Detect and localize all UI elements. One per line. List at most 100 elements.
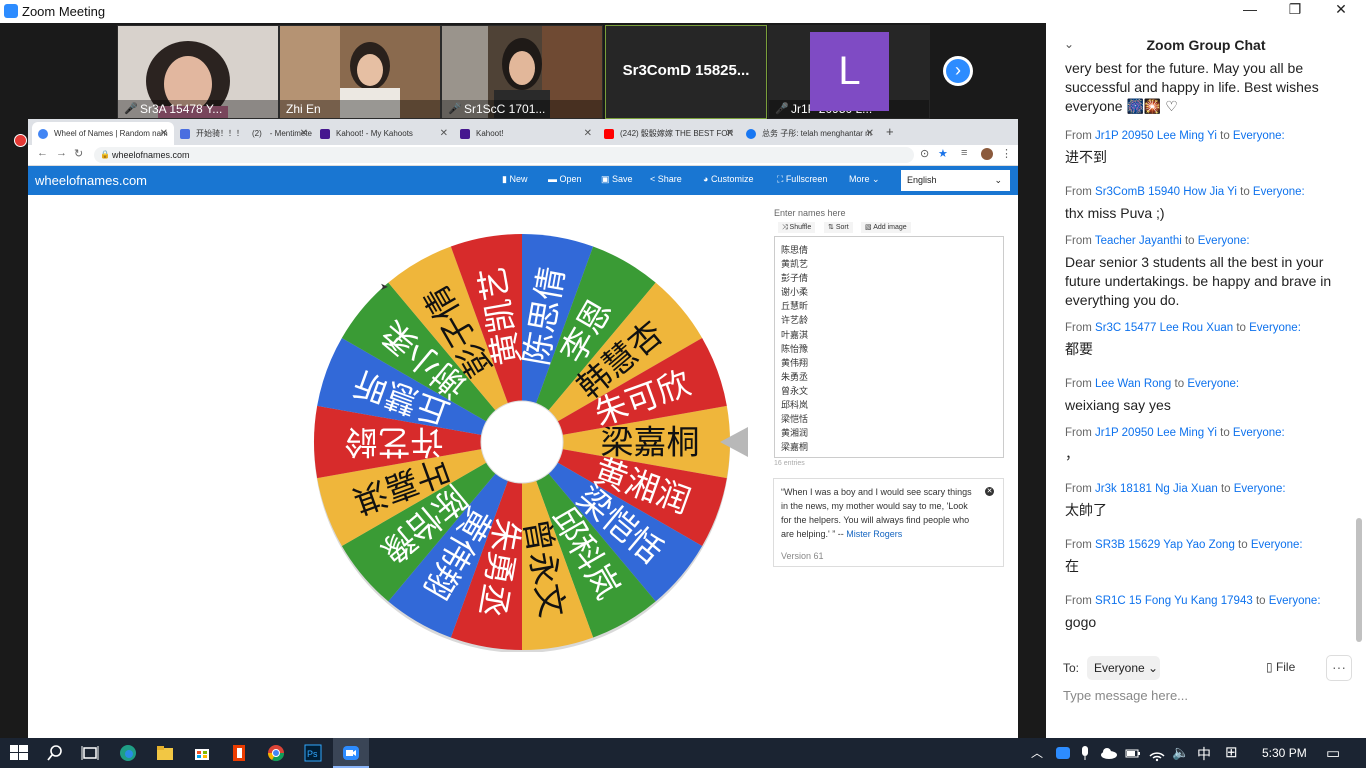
- maximize-button[interactable]: ❐: [1272, 1, 1318, 21]
- browser-menu-icon[interactable]: ⋮: [1001, 147, 1012, 160]
- shuffle-button[interactable]: ⤨ Shuffle: [778, 222, 816, 233]
- onedrive-icon[interactable]: [1100, 744, 1118, 762]
- message-sender[interactable]: Jr1P 20950 Lee Ming Yi: [1095, 130, 1217, 142]
- share-menu-item[interactable]: < Share: [650, 174, 682, 184]
- language-select[interactable]: English ⌄: [901, 170, 1010, 191]
- sort-button[interactable]: ⇅ Sort: [824, 222, 853, 233]
- next-page-button[interactable]: ›: [943, 56, 973, 86]
- wheel-center[interactable]: [480, 400, 564, 484]
- profile-avatar-icon[interactable]: [981, 148, 993, 160]
- message-recipient[interactable]: Everyone:: [1187, 378, 1239, 390]
- windows-start-icon[interactable]: [10, 744, 28, 762]
- close-tab-icon[interactable]: ✕: [440, 122, 448, 145]
- site-brand[interactable]: wheelofnames.com: [35, 173, 147, 188]
- browser-tab[interactable]: Kahoot! ✕: [454, 122, 598, 145]
- close-tab-icon[interactable]: ✕: [726, 122, 734, 145]
- add-image-button[interactable]: ▧ Add image: [861, 222, 911, 233]
- photoshop-icon[interactable]: Ps: [304, 744, 322, 762]
- message-recipient[interactable]: Everyone:: [1249, 322, 1301, 334]
- action-center-icon[interactable]: ▭: [1326, 744, 1340, 762]
- message-recipient[interactable]: Everyone:: [1251, 539, 1303, 551]
- message-sender[interactable]: Lee Wan Rong: [1095, 378, 1171, 390]
- more-menu-item[interactable]: More ⌄: [849, 174, 880, 185]
- close-tab-icon[interactable]: ✕: [584, 122, 592, 145]
- close-tab-icon[interactable]: ✕: [866, 122, 874, 145]
- file-explorer-icon[interactable]: [156, 744, 174, 762]
- chat-scrollbar[interactable]: [1356, 70, 1362, 642]
- browser-tab[interactable]: 总务 子彤: telah menghantar m ✕: [740, 122, 880, 145]
- browser-tab[interactable]: Wheel of Names | Random nam ✕: [32, 122, 174, 145]
- ime-mode-icon[interactable]: ⊞: [1225, 743, 1238, 761]
- close-quote-icon[interactable]: ✕: [985, 487, 994, 496]
- minimize-button[interactable]: —: [1227, 1, 1273, 21]
- search-icon[interactable]: [46, 744, 64, 762]
- reading-list-icon[interactable]: ≡: [961, 147, 967, 159]
- url-field[interactable]: 🔒 wheelofnames.com: [94, 147, 914, 163]
- fullscreen-menu-item[interactable]: ⛶ Fullscreen: [777, 174, 827, 185]
- office-icon[interactable]: [230, 744, 248, 762]
- battery-icon[interactable]: [1124, 744, 1142, 762]
- open-menu-item[interactable]: ▬ Open: [548, 174, 582, 184]
- file-button[interactable]: ▯ File: [1266, 660, 1295, 674]
- participant-tile[interactable]: 🎤 Sr3A 15478 Y...: [117, 25, 279, 119]
- customize-menu-item[interactable]: ◕ Customize: [703, 174, 753, 184]
- message-body: weixiang say yes: [1065, 397, 1171, 413]
- ime-indicator[interactable]: 中: [1197, 744, 1211, 764]
- message-sender[interactable]: Sr3C 15477 Lee Rou Xuan: [1095, 322, 1233, 334]
- message-recipient[interactable]: Everyone:: [1233, 130, 1285, 142]
- browser-tab[interactable]: (242) 骰骰嫁嫁 THE BEST FOR ✕: [598, 122, 740, 145]
- chat-message-input[interactable]: Type message here...: [1063, 688, 1188, 703]
- close-tab-icon[interactable]: ✕: [160, 122, 168, 145]
- name-wheel[interactable]: 梁嘉桐黄湘润梁恺恬邱科岚曾永文朱勇丞黄伟翔陈怡豫叶嘉淇许艺龄丘慧昕谢小柔彭子倩黄…: [312, 232, 732, 652]
- back-icon[interactable]: ←: [37, 147, 48, 159]
- microphone-icon[interactable]: [1076, 744, 1094, 762]
- task-view-icon[interactable]: [81, 744, 99, 762]
- forward-icon[interactable]: →: [56, 147, 67, 159]
- message-recipient[interactable]: Everyone:: [1198, 235, 1250, 247]
- message-recipient[interactable]: Everyone:: [1234, 483, 1286, 495]
- more-options-button[interactable]: ···: [1326, 655, 1352, 681]
- recipient-select[interactable]: Everyone ⌄: [1087, 656, 1160, 680]
- participant-tile[interactable]: 🎤 Sr1ScC 1701...: [441, 25, 603, 119]
- participant-tile[interactable]: Sr3ComD 15825...: [605, 25, 767, 119]
- browser-tab[interactable]: 开始骑！！！ (2) - Mentimete ✕: [174, 122, 314, 145]
- message-header: From Lee Wan Rong to Everyone:: [1065, 376, 1340, 393]
- mentimeter-favicon-icon: [180, 129, 190, 139]
- show-hidden-icons-icon[interactable]: ︿: [1031, 744, 1043, 761]
- entries-textarea[interactable]: 陈思倩 黄凯艺 彭子倩 谢小柔 丘慧昕 许艺龄 叶嘉淇 陈怡豫 黄伟翔 朱勇丞 曾永文 邱科岚 梁恺恬黄…: [774, 236, 1004, 458]
- reload-icon[interactable]: ↻: [74, 147, 83, 160]
- participant-tile[interactable]: Zhi En: [279, 25, 441, 119]
- quote-author-link[interactable]: Mister Rogers: [846, 529, 902, 539]
- message-sender[interactable]: Teacher Jayanthi: [1095, 235, 1182, 247]
- message-sender[interactable]: Jr3k 18181 Ng Jia Xuan: [1095, 483, 1218, 495]
- message-sender[interactable]: Jr1P 20950 Lee Ming Yi: [1095, 427, 1217, 439]
- microsoft-store-icon[interactable]: [193, 744, 211, 762]
- chrome-icon[interactable]: [267, 744, 285, 762]
- message-sender[interactable]: SR1C 15 Fong Yu Kang 17943: [1095, 595, 1253, 607]
- browser-tab[interactable]: Kahoot! - My Kahoots ✕: [314, 122, 454, 145]
- close-button[interactable]: ✕: [1318, 1, 1364, 21]
- bookmark-star-icon[interactable]: ★: [938, 147, 948, 160]
- participant-name: Sr3ComD 15825...: [622, 62, 750, 79]
- message-sender[interactable]: SR3B 15629 Yap Yao Zong: [1095, 539, 1235, 551]
- message-recipient[interactable]: Everyone:: [1233, 427, 1285, 439]
- close-tab-icon[interactable]: ✕: [300, 122, 308, 145]
- entry-line: 陈思倩: [781, 245, 809, 255]
- volume-icon[interactable]: 🔈: [1172, 744, 1189, 761]
- clock[interactable]: 5:30 PM: [1262, 746, 1307, 760]
- new-tab-button[interactable]: +: [886, 124, 894, 139]
- edge-browser-icon[interactable]: [119, 744, 137, 762]
- scrollbar-thumb[interactable]: [1356, 518, 1362, 642]
- cast-icon[interactable]: ⊙: [920, 147, 929, 160]
- entry-line: 彭子倩: [781, 273, 809, 284]
- wifi-icon[interactable]: [1148, 744, 1166, 762]
- message-sender[interactable]: Sr3ComB 15940 How Jia Yi: [1095, 186, 1237, 198]
- message-recipient[interactable]: Everyone:: [1253, 186, 1305, 198]
- to-word: to: [1236, 186, 1253, 198]
- new-menu-item[interactable]: ▮ New: [502, 174, 527, 185]
- save-menu-item[interactable]: ▣ Save: [601, 174, 633, 185]
- message-recipient[interactable]: Everyone:: [1269, 595, 1321, 607]
- file-label: File: [1275, 660, 1296, 674]
- zoom-tray-icon[interactable]: [1054, 744, 1072, 762]
- zoom-taskbar-button[interactable]: [333, 738, 369, 768]
